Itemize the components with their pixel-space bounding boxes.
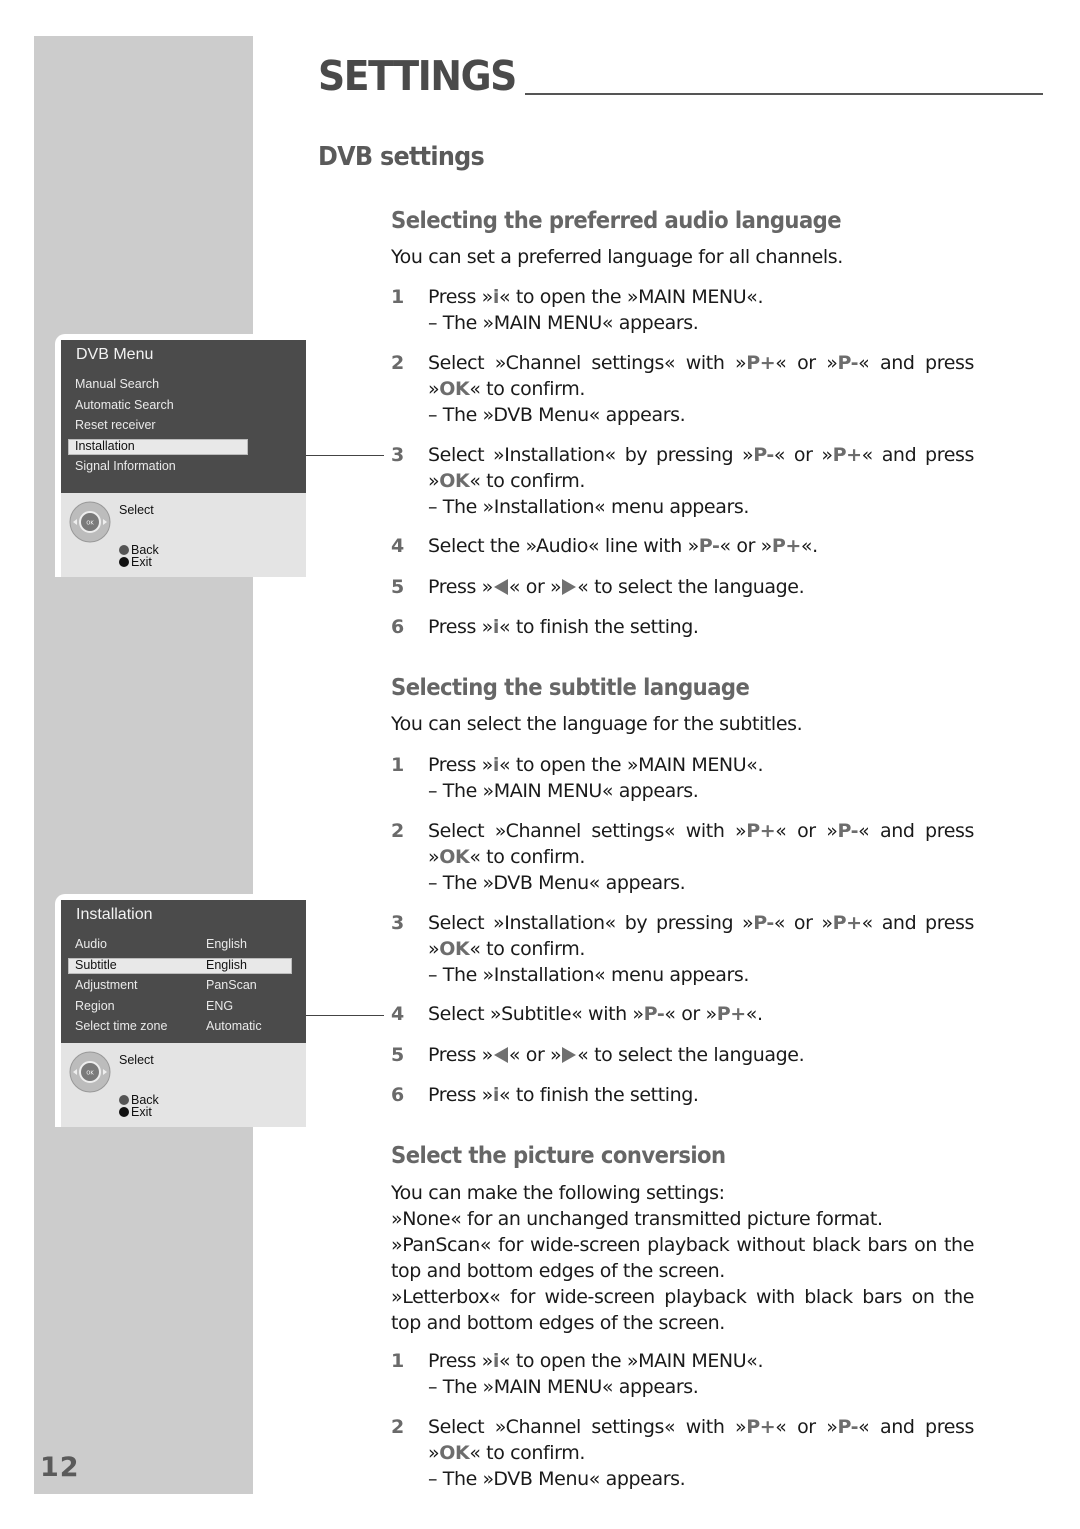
hint-exit: Exit — [119, 556, 152, 568]
picture-step-2: 2 Select »Channel settings« with »P+« or… — [391, 1416, 974, 1490]
installation-hints: OK Select Back Exit — [61, 1043, 306, 1127]
dpad-icon: OK — [69, 501, 111, 543]
svg-text:OK: OK — [86, 521, 94, 527]
setting-row-adjustment: Adjustment PanScan — [75, 978, 257, 993]
dvb-menu-panel: DVB Menu Manual Search Automatic Search … — [61, 340, 306, 493]
left-arrow-icon — [493, 579, 508, 595]
info-icon — [119, 557, 129, 567]
svg-text:OK: OK — [86, 1071, 94, 1077]
installation-screenshot: Installation Audio English Subtitle Englis… — [55, 894, 306, 1127]
setting-row-region: Region ENG — [75, 998, 234, 1013]
callout-line-step-3 — [306, 455, 384, 456]
subtitle-step-2: 2 Select »Channel settings« with »P+« or… — [391, 820, 974, 894]
subtitle-heading: Selecting the subtitle language — [391, 675, 750, 701]
hint-exit: Exit — [119, 1106, 152, 1118]
back-icon — [119, 1095, 129, 1105]
subtitle-step-5: 5 Press » « or » « to select the language. — [391, 1044, 805, 1066]
subtitle-step-6: 6 Press »i« to finish the setting. — [391, 1084, 699, 1106]
menu-item-reset-receiver: Reset receiver — [75, 418, 156, 433]
hint-select: Select — [119, 503, 154, 517]
dvb-menu-hints: OK Select Back Exit — [61, 493, 306, 577]
audio-intro: You can set a preferred language for all… — [391, 246, 843, 268]
menu-item-installation-selected: Installation — [61, 436, 306, 457]
audio-step-3: 3 Select »Installation« by pressing »P-«… — [391, 444, 974, 518]
page-number: 12 — [40, 1452, 80, 1483]
option-panscan: »PanScan« for wide-screen playback witho… — [391, 1234, 974, 1282]
option-letterbox: »Letterbox« for wide-screen playback wit… — [391, 1286, 974, 1334]
right-arrow-icon — [562, 579, 577, 595]
picture-step-1: 1 Press »i« to open the »MAIN MENU«. – Th… — [391, 1350, 764, 1398]
menu-item-manual-search: Manual Search — [75, 377, 160, 391]
dvb-menu-screenshot: DVB Menu Manual Search Automatic Search … — [55, 334, 306, 577]
subtitle-step-1: 1 Press »i« to open the »MAIN MENU«. – Th… — [391, 754, 764, 802]
info-icon — [119, 1107, 129, 1117]
subtitle-intro: You can select the language for the subt… — [391, 713, 803, 735]
subtitle-step-3: 3 Select »Installation« by pressing »P-«… — [391, 912, 974, 986]
audio-step-1: 1 Press »i« to open the »MAIN MENU«. – Th… — [391, 286, 764, 334]
audio-step-6: 6 Press »i« to finish the setting. — [391, 616, 699, 638]
audio-step-4: 4 Select the »Audio« line with »P-« or »… — [391, 535, 818, 557]
callout-line-step-4 — [306, 1015, 384, 1016]
setting-row-audio: Audio English — [75, 937, 247, 951]
back-icon — [119, 545, 129, 555]
setting-row-subtitle-selected: Subtitle English — [61, 955, 306, 976]
menu-item-signal-information: Signal Information — [75, 459, 176, 474]
audio-step-2: 2 Select »Channel settings« with »P+« or… — [391, 352, 974, 426]
section-title: DVB settings — [318, 142, 485, 172]
picture-options: You can make the following settings: »No… — [391, 1182, 974, 1334]
hint-select: Select — [119, 1053, 154, 1067]
side-band — [34, 36, 253, 1494]
subtitle-step-4: 4 Select »Subtitle« with »P-« or »P+«. — [391, 1003, 763, 1025]
setting-row-time-zone: Select time zone Automatic — [75, 1019, 262, 1034]
installation-panel: Installation Audio English Subtitle Englis… — [61, 900, 306, 1043]
dpad-icon: OK — [69, 1051, 111, 1093]
dvb-menu-title: DVB Menu — [76, 346, 154, 363]
audio-heading: Selecting the preferred audio language — [391, 208, 842, 234]
menu-item-automatic-search: Automatic Search — [75, 397, 174, 412]
installation-title: Installation — [76, 906, 153, 923]
left-arrow-icon — [493, 1047, 508, 1063]
title-rule — [525, 93, 1043, 95]
picture-heading: Select the picture conversion — [391, 1143, 726, 1169]
right-arrow-icon — [562, 1047, 577, 1063]
option-none: »None« for an unchanged transmitted pict… — [391, 1208, 883, 1230]
audio-step-5: 5 Press » « or » « to select the language. — [391, 576, 805, 598]
page-title: SETTINGS — [318, 52, 517, 100]
